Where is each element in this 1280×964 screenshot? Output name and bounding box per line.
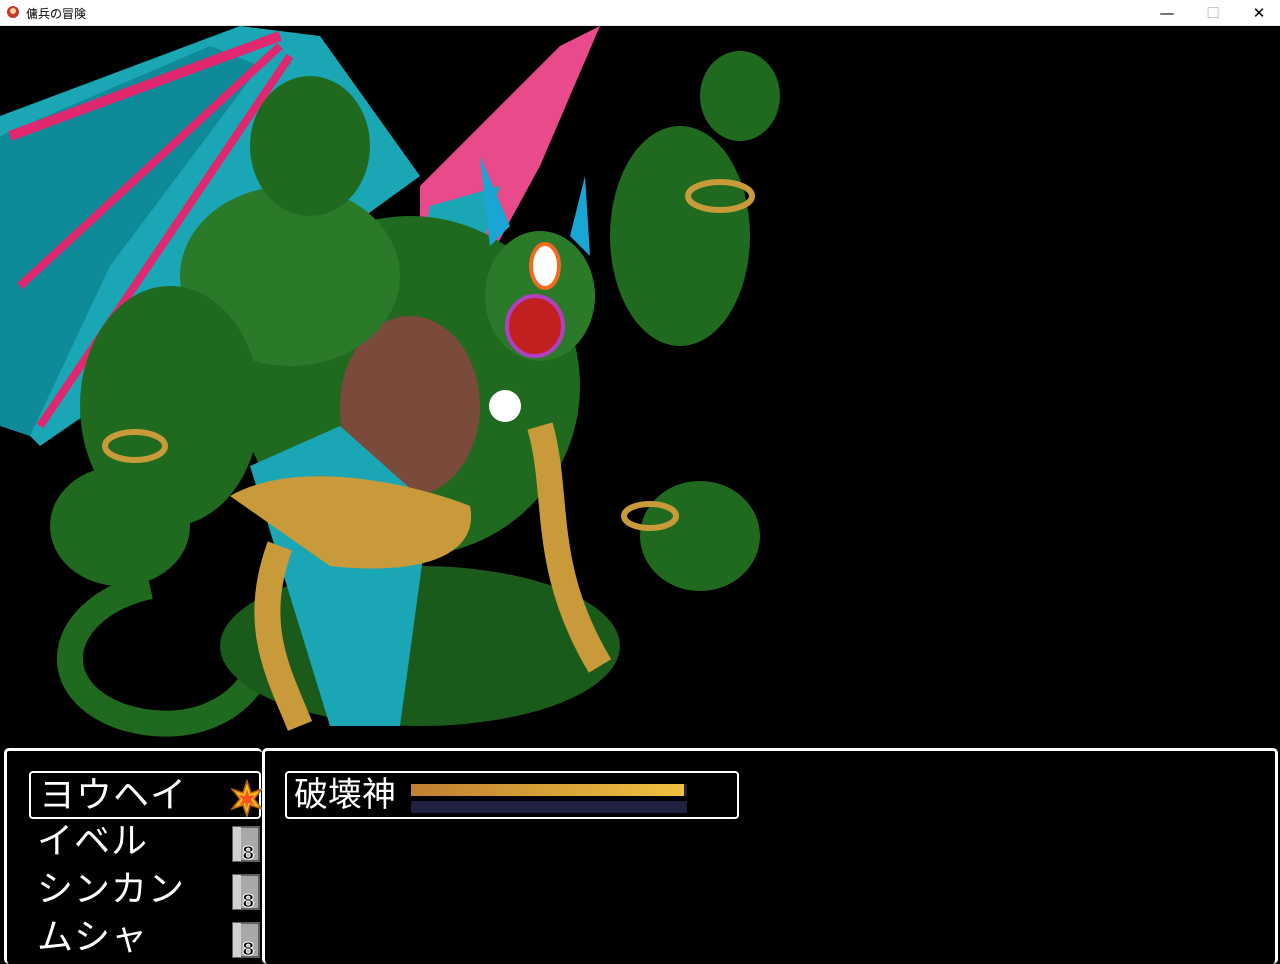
close-icon[interactable]: ✕ — [1236, 0, 1280, 26]
raised-left-arm — [250, 76, 370, 216]
window-title: 傭兵の冒険 — [26, 7, 87, 21]
waiting-door-icon: 8 — [232, 826, 260, 863]
party-member-name: ヨウヘイ — [39, 775, 188, 816]
party-member-1[interactable]: ヨウヘイ — [29, 771, 263, 819]
enemy-name: 破壊神 — [294, 775, 396, 815]
party-member-4[interactable]: ムシャ 8 — [29, 915, 261, 961]
battle-scene — [0, 26, 1280, 748]
party-member-name: ムシャ — [37, 917, 149, 958]
skull-ornament — [489, 390, 521, 422]
waiting-door-icon: 8 — [232, 874, 260, 911]
right-hand — [640, 481, 760, 591]
state-badge: 8 — [242, 843, 255, 863]
minimize-icon[interactable]: — — [1144, 0, 1190, 26]
party-member-2[interactable]: イベル 8 — [29, 819, 261, 865]
raised-right-fist — [700, 51, 780, 141]
party-status-window: ヨウヘイ イベル 8 シンカン 8 ムシャ 8 — [4, 748, 263, 964]
party-member-name: イベル — [37, 821, 149, 862]
mouth — [505, 294, 565, 358]
enemy-sprite-destruction-god[interactable] — [0, 26, 1280, 748]
turn-star-icon — [231, 779, 263, 817]
party-member-name: シンカン — [37, 869, 186, 910]
eye — [529, 242, 561, 290]
state-badge: 8 — [242, 891, 255, 911]
enemy-mp-gauge — [411, 801, 687, 813]
enemy-entry[interactable]: 破壊神 — [285, 771, 739, 819]
enemy-hp-fill — [411, 784, 685, 796]
maximize-icon[interactable]: ☐ — [1190, 0, 1236, 26]
party-member-3[interactable]: シンカン 8 — [29, 867, 261, 913]
state-badge: 8 — [242, 939, 255, 959]
raised-right-arm — [610, 126, 750, 346]
app-icon — [7, 6, 19, 18]
enemy-list-window: 破壊神 — [262, 748, 1278, 964]
left-hand — [50, 466, 190, 586]
title-bar: 傭兵の冒険 — ☐ ✕ — [0, 0, 1280, 26]
waiting-door-icon: 8 — [232, 922, 260, 959]
enemy-hp-gauge — [411, 784, 687, 796]
